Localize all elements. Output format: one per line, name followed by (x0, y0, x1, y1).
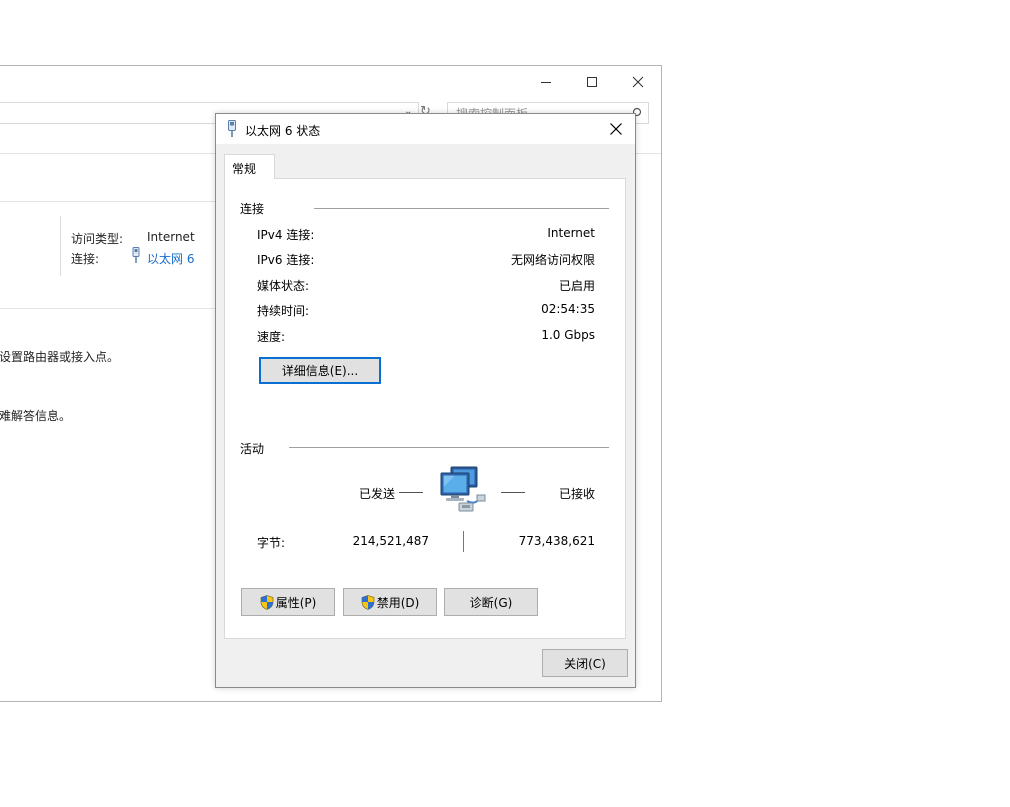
media-state-label: 媒体状态: (257, 279, 310, 293)
group-divider (314, 208, 609, 209)
connection-link[interactable]: 以太网 6 (147, 250, 194, 267)
tab-general[interactable]: 常规 (224, 154, 275, 179)
ipv6-value: 无网络访问权限 (510, 253, 595, 267)
access-type-label: 访问类型: (71, 232, 124, 246)
diagnose-button[interactable]: 诊断(G) (444, 588, 538, 616)
minimize-icon (541, 82, 551, 83)
ipv4-label: IPv4 连接: (257, 228, 315, 242)
duration-label: 持续时间: (257, 304, 310, 318)
ethernet-plug-icon (132, 247, 140, 263)
ipv6-label: IPv6 连接: (257, 253, 315, 267)
group-divider (289, 447, 609, 448)
received-activity-line (501, 492, 525, 493)
ethernet-plug-icon (228, 120, 236, 137)
general-tab-panel: 连接 IPv4 连接: Internet IPv6 连接: 无网络访问权限 媒体… (224, 178, 626, 639)
ipv4-value: Internet (547, 226, 595, 240)
sent-label: 已发送 (359, 487, 396, 501)
sent-activity-line (399, 492, 423, 493)
details-button[interactable]: 详细信息(E)... (259, 357, 381, 384)
divider (0, 201, 249, 202)
connections-label: 连接: (71, 252, 100, 266)
maximize-icon (587, 77, 597, 87)
disable-button[interactable]: 禁用(D) (343, 588, 437, 616)
bytes-sent-value: 214,521,487 (352, 534, 429, 548)
tab-general-label: 常规 (232, 162, 257, 176)
bytes-received-value: 773,438,621 (518, 534, 595, 548)
ethernet-status-dialog: 以太网 6 状态 常规 连接 IPv4 连接: Internet IPv6 连接… (215, 113, 636, 688)
connection-group-title: 连接 (240, 202, 265, 216)
speed-label: 速度: (257, 330, 286, 344)
maximize-button[interactable] (572, 70, 612, 94)
speed-value: 1.0 Gbps (541, 328, 595, 342)
close-button[interactable]: 关闭(C) (542, 649, 628, 677)
minimize-button[interactable] (526, 70, 566, 94)
troubleshoot-text[interactable]: 难解答信息。 (0, 407, 71, 424)
uac-shield-icon (361, 594, 374, 610)
access-type-value: Internet (147, 230, 195, 244)
vertical-divider (60, 216, 61, 276)
dialog-close-button[interactable] (601, 116, 631, 142)
bytes-separator (463, 531, 464, 552)
duration-value: 02:54:35 (541, 302, 595, 316)
divider (0, 308, 249, 309)
diagnose-button-label: 诊断(G) (469, 595, 513, 610)
setup-router-text[interactable]: 设置路由器或接入点。 (0, 348, 119, 365)
window-close-button[interactable] (618, 70, 658, 94)
uac-shield-icon (260, 594, 273, 610)
media-state-value: 已启用 (558, 279, 595, 293)
close-icon (610, 123, 622, 135)
received-label: 已接收 (558, 487, 595, 501)
properties-button-label: 属性(P) (275, 595, 317, 610)
bytes-label: 字节: (257, 536, 286, 550)
disable-button-label: 禁用(D) (376, 595, 420, 610)
close-icon (632, 76, 644, 88)
activity-group-title: 活动 (240, 442, 265, 456)
dialog-titlebar[interactable]: 以太网 6 状态 (216, 114, 635, 144)
properties-button[interactable]: 属性(P) (241, 588, 335, 616)
dialog-title: 以太网 6 状态 (245, 124, 321, 138)
network-computers-icon (440, 466, 486, 512)
